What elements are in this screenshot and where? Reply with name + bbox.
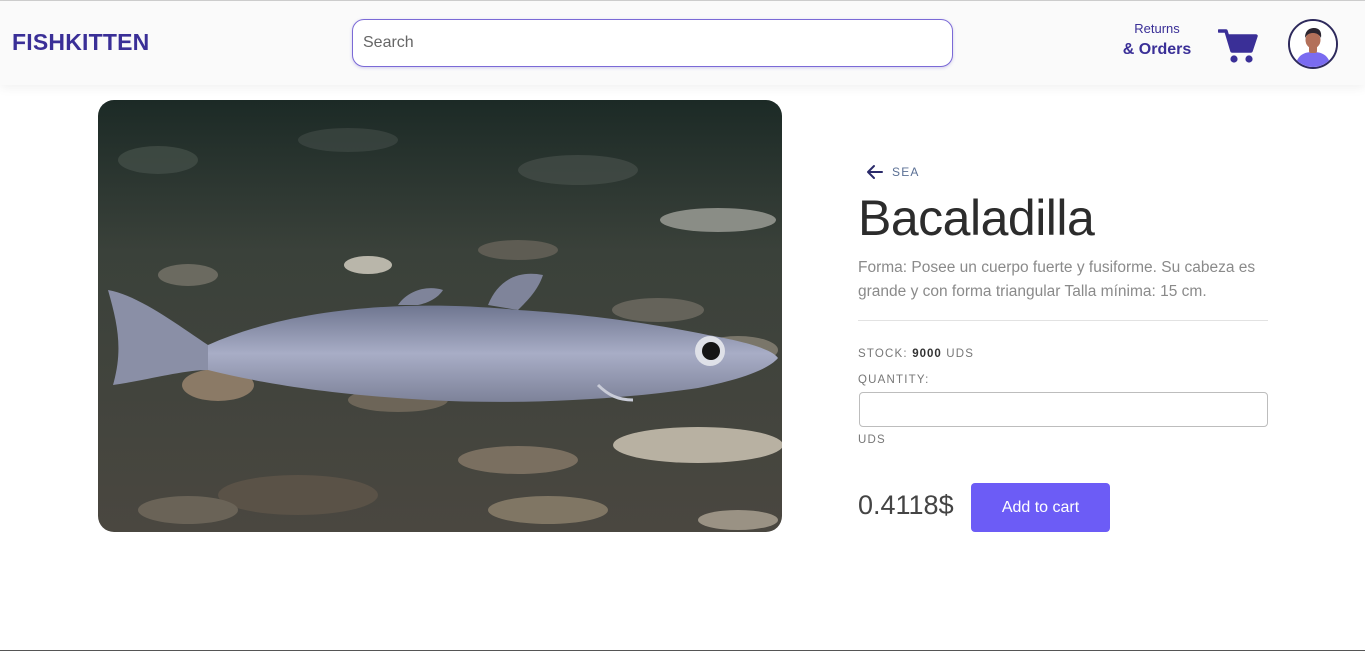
returns-label: Returns	[1134, 21, 1180, 36]
brand-logo[interactable]: FISHKITTEN	[12, 29, 149, 56]
top-navbar: FISHKITTEN Returns & Orders	[0, 1, 1365, 85]
search-input[interactable]	[352, 19, 953, 67]
product-image	[98, 100, 782, 532]
stock-value: 9000	[912, 348, 942, 360]
returns-orders-link[interactable]: Returns & Orders	[1118, 21, 1196, 59]
arrow-left-icon	[867, 165, 883, 179]
add-to-cart-button[interactable]: Add to cart	[971, 483, 1110, 532]
user-avatar-icon[interactable]	[1288, 19, 1338, 69]
stock-units: UDS	[946, 348, 975, 360]
quantity-units: UDS	[858, 434, 886, 446]
category-label: SEA	[892, 165, 920, 179]
product-title: Bacaladilla	[858, 190, 1095, 246]
orders-label: & Orders	[1122, 41, 1192, 58]
page: FISHKITTEN Returns & Orders	[0, 0, 1365, 651]
shopping-cart-icon[interactable]	[1217, 27, 1258, 65]
product-description: Forma: Posee un cuerpo fuerte y fusiform…	[858, 259, 1256, 300]
divider	[858, 320, 1268, 321]
stock-info: STOCK: 9000 UDS	[858, 348, 974, 360]
back-to-category-link[interactable]: SEA	[866, 164, 920, 180]
stock-label: STOCK:	[858, 348, 908, 360]
quantity-label: QUANTITY:	[858, 374, 930, 386]
product-price: 0.4118$	[858, 490, 954, 520]
quantity-input[interactable]	[859, 392, 1268, 427]
